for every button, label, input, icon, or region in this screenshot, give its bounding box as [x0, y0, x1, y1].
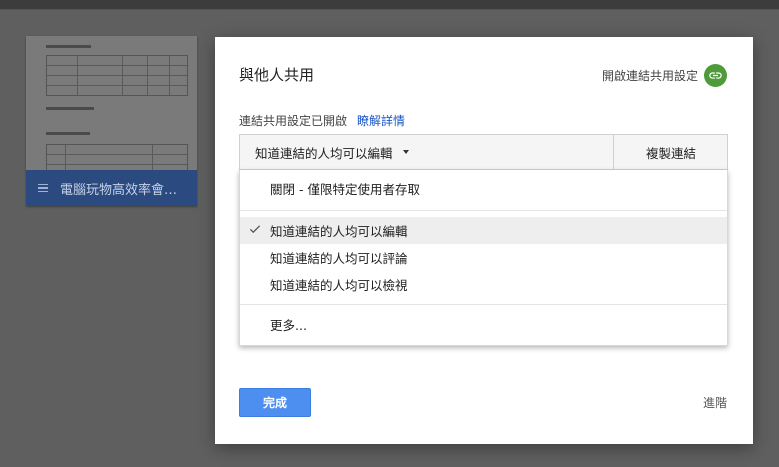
menu-item-can-edit[interactable]: 知道連結的人均可以編輯: [240, 217, 727, 244]
document-title: 電腦玩物高效率會議...: [60, 182, 185, 198]
learn-more-link[interactable]: 瞭解詳情: [357, 112, 405, 129]
menu-item-can-view[interactable]: 知道連結的人均可以檢視: [240, 271, 727, 298]
link-sharing-label: 開啟連結共用設定: [601, 69, 698, 83]
menu-item-label: 知道連結的人均可以檢視: [270, 278, 408, 293]
menu-divider: [240, 210, 727, 211]
share-dialog: 與他人共用 開啟連結共用設定 連結共用設定已開啟 瞭解詳情 知道連結的人均可以編…: [215, 37, 753, 444]
dialog-title: 與他人共用: [239, 66, 315, 84]
top-bar: [0, 0, 779, 10]
menu-item-label: 知道連結的人均可以評論: [270, 251, 408, 266]
menu-item-label: 關閉 - 僅限特定使用者存取: [270, 182, 420, 197]
link-icon[interactable]: [704, 64, 727, 87]
access-select-value: 知道連結的人均可以編輯: [255, 145, 393, 161]
menu-item-off[interactable]: 關閉 - 僅限特定使用者存取: [240, 175, 727, 202]
menu-item-more[interactable]: 更多...: [240, 311, 727, 338]
link-status-text: 連結共用設定已開啟: [239, 114, 348, 128]
copy-link-button[interactable]: 複製連結: [613, 135, 728, 169]
link-sharing-toggle[interactable]: 開啟連結共用設定: [602, 64, 727, 87]
caret-down-icon: [402, 150, 409, 154]
done-button[interactable]: 完成: [239, 388, 311, 417]
link-status: 連結共用設定已開啟 瞭解詳情: [239, 112, 405, 129]
access-select: 知道連結的人均可以編輯 複製連結: [239, 134, 728, 170]
document-preview: [26, 36, 197, 175]
menu-divider: [240, 304, 727, 305]
advanced-link[interactable]: 進階: [703, 394, 727, 411]
access-menu: 關閉 - 僅限特定使用者存取 知道連結的人均可以編輯 知道連結的人均可以評論 知…: [239, 170, 728, 346]
access-select-dropdown[interactable]: 知道連結的人均可以編輯: [240, 135, 612, 169]
document-card[interactable]: 電腦玩物高效率會議...: [26, 36, 197, 206]
document-footer: 電腦玩物高效率會議...: [26, 170, 197, 206]
checkmark-icon: [249, 225, 261, 234]
menu-item-label: 知道連結的人均可以編輯: [270, 224, 408, 239]
document-icon: [38, 183, 48, 193]
menu-item-can-comment[interactable]: 知道連結的人均可以評論: [240, 244, 727, 271]
menu-item-label: 更多...: [270, 318, 307, 333]
